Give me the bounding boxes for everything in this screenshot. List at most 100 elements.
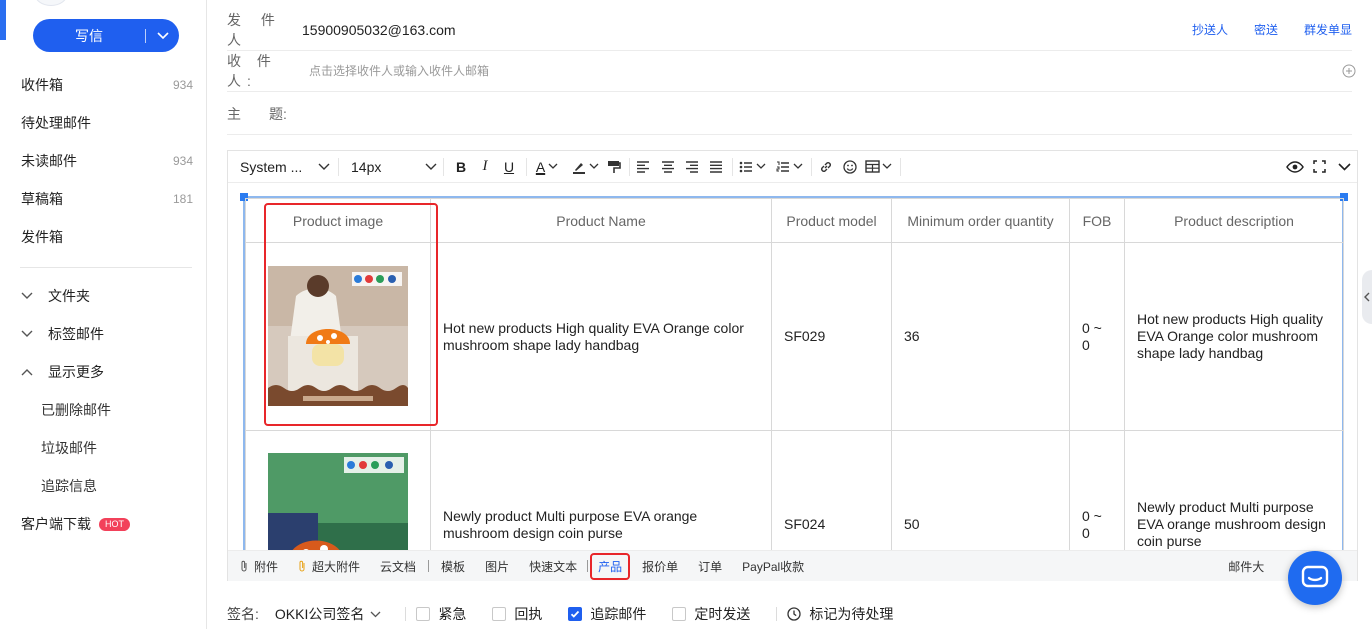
font-size-select[interactable]: 14px: [339, 159, 443, 175]
chat-support-button[interactable]: [1288, 551, 1342, 605]
urgent-checkbox[interactable]: 紧急: [416, 604, 466, 624]
product-moq-cell[interactable]: 50: [891, 430, 1070, 550]
bold-icon[interactable]: B: [444, 159, 478, 175]
fullscreen-icon[interactable]: [1307, 160, 1331, 173]
highlight-color-icon[interactable]: [567, 160, 603, 174]
bullet-list-icon[interactable]: [733, 161, 771, 173]
align-justify-icon[interactable]: [704, 160, 728, 173]
sidebar-item-label: 已删除邮件: [41, 402, 111, 418]
compose-dropdown[interactable]: [146, 31, 179, 40]
product-model-cell[interactable]: SF029: [771, 242, 892, 431]
image-button[interactable]: 图片: [485, 558, 509, 575]
signature-value: OKKI公司签名: [274, 606, 365, 622]
sidebar-item-unread[interactable]: 未读邮件 934: [21, 150, 193, 172]
sidebar-item-client-download[interactable]: 客户端下载 HOT: [21, 513, 193, 535]
font-family-select[interactable]: System ...: [228, 159, 334, 175]
sidebar-group-tags[interactable]: 标签邮件: [21, 323, 104, 345]
from-row: 发 件 人 15900905032@163.com 抄送人 密送 群发单显: [227, 9, 1352, 51]
sidebar-item-tracking[interactable]: 追踪信息: [41, 475, 97, 497]
to-row: 收 件 人: 点击选择收件人或输入收件人邮箱: [227, 50, 1356, 92]
cc-link[interactable]: 抄送人: [1192, 21, 1228, 38]
sidebar-group-folders[interactable]: 文件夹: [21, 285, 90, 307]
bottom-divider: [587, 560, 589, 572]
font-color-icon[interactable]: A: [527, 159, 567, 175]
cloud-doc-button[interactable]: 云文档: [380, 558, 416, 575]
compose-footer: 签名: OKKI公司签名 紧急 回执 追踪邮件 定时发送 标记为待处理: [227, 602, 1352, 626]
compose-button[interactable]: 写信: [33, 19, 179, 52]
product-name-cell[interactable]: Newly product Multi purpose EVA orange m…: [430, 430, 772, 550]
product-moq-cell[interactable]: 36: [891, 242, 1070, 431]
sidebar-item-outbox[interactable]: 发件箱: [21, 226, 193, 248]
receipt-checkbox[interactable]: 回执: [492, 604, 542, 624]
product-image[interactable]: [268, 453, 408, 550]
column-header: Product model: [771, 198, 892, 243]
avatar[interactable]: [34, 0, 68, 6]
sidebar-item-deleted[interactable]: 已删除邮件: [41, 399, 111, 421]
scheduled-send-checkbox[interactable]: 定时发送: [672, 604, 750, 624]
track-mail-label: 追踪邮件: [590, 606, 647, 622]
footer-divider: [405, 607, 407, 621]
attachment-button[interactable]: 附件: [240, 558, 278, 575]
toolbar-collapse-icon[interactable]: [1331, 162, 1357, 171]
side-panel-toggle[interactable]: [1362, 270, 1372, 324]
link-icon[interactable]: [812, 160, 840, 174]
preview-eye-icon[interactable]: [1283, 160, 1307, 173]
sidebar-item-pending[interactable]: 待处理邮件: [21, 112, 193, 134]
sidebar-group-more[interactable]: 显示更多: [21, 361, 104, 383]
numbered-list-icon[interactable]: [771, 161, 807, 173]
emoji-icon[interactable]: [840, 159, 860, 174]
product-image-cell[interactable]: [245, 430, 431, 550]
from-value[interactable]: 15900905032@163.com: [302, 22, 456, 38]
underline-icon[interactable]: U: [492, 159, 526, 175]
sidebar-item-count: 934: [172, 154, 193, 168]
table-insert-icon[interactable]: [860, 160, 896, 173]
mass-send-link[interactable]: 群发单显: [1304, 21, 1352, 38]
large-attachment-button[interactable]: 超大附件: [298, 558, 360, 575]
signature-label: 签名:: [227, 606, 259, 622]
quotation-button[interactable]: 报价单: [642, 558, 678, 575]
add-circle-icon[interactable]: [1342, 64, 1356, 81]
sidebar-item-drafts[interactable]: 草稿箱 181: [21, 188, 193, 210]
subject-input[interactable]: [302, 93, 1352, 134]
quotation-label: 报价单: [642, 559, 679, 574]
urgent-label: 紧急: [438, 606, 467, 622]
chevron-down-icon: [21, 292, 41, 300]
align-center-icon[interactable]: [656, 160, 680, 173]
quick-text-button[interactable]: 快速文本: [529, 558, 577, 575]
mark-pending-label: 标记为待处理: [809, 606, 894, 622]
sidebar-item-count: 181: [172, 192, 193, 206]
track-mail-checkbox[interactable]: 追踪邮件: [568, 604, 646, 624]
paperclip-icon: [299, 560, 305, 572]
product-model-cell[interactable]: SF024: [771, 430, 892, 550]
sidebar-divider: [20, 267, 192, 268]
sidebar-item-label: 草稿箱: [21, 191, 63, 207]
font-size-value: 14px: [351, 158, 382, 175]
format-painter-icon[interactable]: [603, 160, 625, 174]
sidebar-item-label: 垃圾邮件: [41, 440, 97, 456]
order-button[interactable]: 订单: [698, 558, 722, 575]
template-button[interactable]: 模板: [441, 558, 465, 575]
sidebar-item-inbox[interactable]: 收件箱 934: [21, 74, 193, 96]
editor-content[interactable]: Product image Product Name Product model…: [228, 184, 1357, 550]
to-input[interactable]: 点击选择收件人或输入收件人邮箱: [309, 62, 489, 79]
product-fob-cell[interactable]: 0 ~ 0: [1069, 430, 1125, 550]
product-description-cell[interactable]: Newly product Multi purpose EVA orange m…: [1124, 430, 1344, 550]
product-fob-cell[interactable]: 0 ~ 0: [1069, 242, 1125, 431]
paypal-button[interactable]: PayPal收款: [742, 558, 804, 575]
clock-icon: [787, 607, 802, 621]
signature-select[interactable]: OKKI公司签名: [275, 604, 381, 624]
sidebar-item-label: 追踪信息: [41, 478, 97, 494]
italic-icon[interactable]: I: [478, 158, 492, 175]
product-description-cell[interactable]: Hot new products High quality EVA Orange…: [1124, 242, 1344, 431]
bcc-link[interactable]: 密送: [1254, 21, 1278, 38]
mark-pending-button[interactable]: 标记为待处理: [787, 604, 893, 624]
align-right-icon[interactable]: [680, 160, 704, 173]
product-button[interactable]: 产品: [590, 552, 631, 580]
sidebar-item-spam[interactable]: 垃圾邮件: [41, 437, 97, 459]
product-name-cell[interactable]: Hot new products High quality EVA Orange…: [430, 242, 772, 431]
attachment-label: 附件: [254, 559, 279, 574]
sidebar-item-label: 待处理邮件: [21, 115, 91, 131]
align-left-icon[interactable]: [630, 160, 656, 173]
sidebar-item-count: 934: [172, 78, 193, 92]
from-label: 发 件 人: [227, 11, 283, 48]
